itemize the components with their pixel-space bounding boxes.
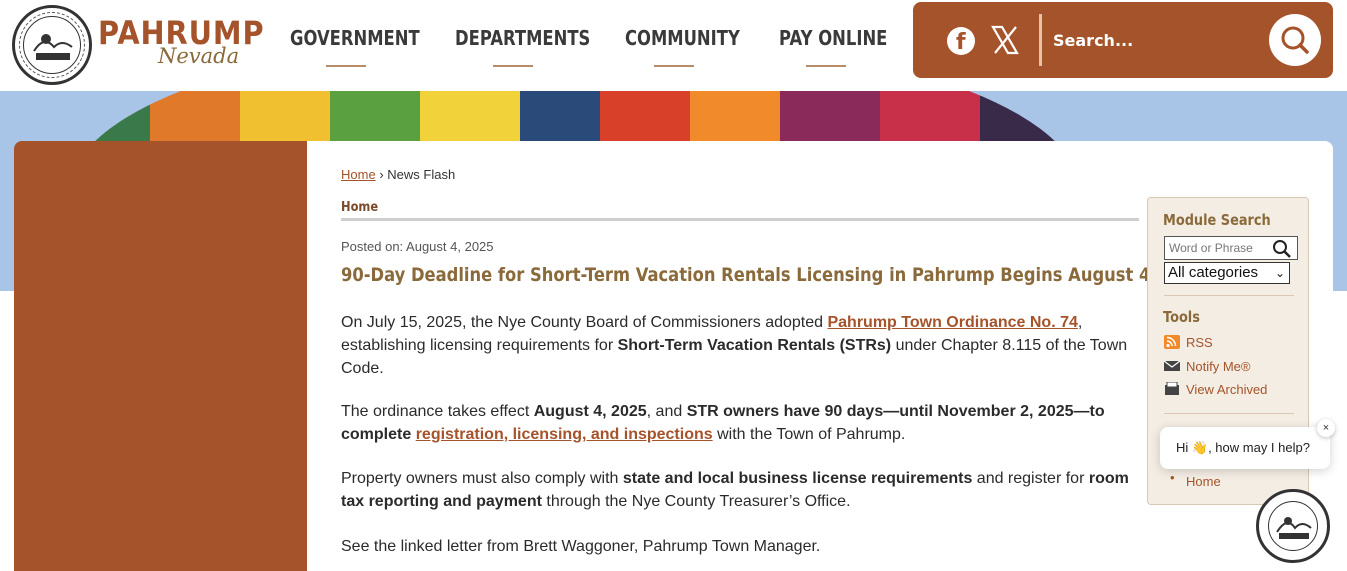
nav-departments[interactable]: DEPARTMENTS	[455, 26, 590, 50]
tool-rss-link[interactable]: RSS	[1186, 335, 1213, 350]
sidebar-divider	[1164, 295, 1294, 296]
text: The ordinance takes effect	[341, 403, 534, 420]
breadcrumb-separator: ›	[379, 167, 384, 182]
facebook-icon[interactable]: f	[947, 27, 975, 55]
chat-launcher-avatar[interactable]	[1256, 489, 1330, 563]
seal-graphic	[33, 34, 73, 60]
module-search-title: Module Search	[1163, 211, 1271, 229]
bullet-icon: •	[1170, 470, 1175, 485]
breadcrumb-current: News Flash	[387, 167, 456, 182]
search-button[interactable]	[1269, 14, 1321, 66]
text: Property owners must also comply with	[341, 470, 623, 487]
article-paragraph-4: See the linked letter from Brett Waggone…	[341, 538, 821, 555]
text: On July 15, 2025, the Nye County Board o…	[341, 314, 828, 331]
ordinance-link[interactable]: Pahrump Town Ordinance No. 74	[827, 314, 1077, 331]
text: , and	[646, 403, 687, 420]
nav-underline	[493, 65, 533, 67]
breadcrumb-home-link[interactable]: Home	[341, 167, 376, 182]
article-paragraph-2: The ordinance takes effect August 4, 202…	[341, 400, 1141, 446]
social-search-bar: f	[913, 2, 1333, 78]
sidebar-divider	[1164, 413, 1294, 414]
text: , how may I help?	[1208, 440, 1310, 455]
section-divider	[341, 218, 1139, 221]
category-selected: All categories	[1168, 264, 1259, 281]
article-paragraph-1: On July 15, 2025, the Nye County Board o…	[341, 311, 1141, 380]
search-icon[interactable]	[1272, 239, 1292, 259]
text-bold: state and local business license require…	[622, 470, 973, 487]
brand-wordmark[interactable]: PAHRUMP Nevada	[98, 10, 264, 70]
chat-greeting-text: Hi 👋, how may I help?	[1176, 440, 1310, 456]
site-search-input[interactable]	[1053, 24, 1253, 56]
main-content: Home › News Flash Home Posted on: August…	[307, 141, 1333, 571]
text-bold: Short-Term Vacation Rentals (STRs)	[617, 337, 892, 354]
chat-close-button[interactable]: ×	[1317, 419, 1335, 437]
town-seal-logo[interactable]	[12, 5, 92, 85]
nav-government[interactable]: GOVERNMENT	[290, 26, 420, 50]
left-accent-panel	[14, 141, 307, 571]
mail-icon	[1164, 360, 1180, 371]
chevron-down-icon: ⌄	[1274, 266, 1285, 280]
nav-community[interactable]: COMMUNITY	[625, 26, 740, 50]
text: through the Nye County Treasurer’s Offic…	[541, 493, 851, 510]
section-title[interactable]: Home	[341, 200, 378, 215]
nav-pay-online[interactable]: PAY ONLINE	[779, 26, 887, 50]
text: with the Town of Pahrump.	[712, 426, 906, 443]
chat-greeting-bubble[interactable]: Hi 👋, how may I help?	[1160, 427, 1330, 469]
tools-title: Tools	[1163, 308, 1200, 326]
x-icon[interactable]	[990, 24, 1020, 56]
nav-underline	[654, 65, 694, 67]
category-select[interactable]: All categories ⌄	[1164, 262, 1290, 284]
archive-icon	[1165, 382, 1179, 395]
avatar-seal	[1268, 501, 1318, 551]
site-header: PAHRUMP Nevada GOVERNMENT DEPARTMENTS CO…	[0, 0, 1347, 91]
article-title: 90-Day Deadline for Short-Term Vacation …	[341, 264, 1151, 286]
brand-subtitle: Nevada	[158, 44, 240, 68]
text: and register for	[972, 470, 1089, 487]
nav-underline	[806, 65, 846, 67]
posted-date: Posted on: August 4, 2025	[341, 239, 494, 254]
sidebar-home-link[interactable]: • Home	[1170, 470, 1221, 489]
seal-graphic	[1276, 517, 1312, 539]
rss-icon	[1164, 335, 1180, 349]
text: Hi	[1176, 440, 1192, 455]
waving-hand-icon: 👋	[1191, 440, 1209, 455]
registration-link[interactable]: registration, licensing, and inspections	[416, 426, 713, 443]
seal-inner	[23, 16, 81, 74]
search-icon	[1281, 26, 1309, 54]
sidebar-home-label: Home	[1186, 474, 1221, 489]
text-bold: August 4, 2025	[533, 403, 647, 420]
tool-archived-link[interactable]: View Archived	[1186, 382, 1267, 397]
breadcrumb: Home › News Flash	[341, 167, 455, 182]
nav-underline	[326, 65, 366, 67]
social-separator	[1039, 14, 1042, 66]
article-paragraph-3: Property owners must also comply with st…	[341, 467, 1141, 513]
tool-notify-link[interactable]: Notify Me®	[1186, 359, 1250, 374]
